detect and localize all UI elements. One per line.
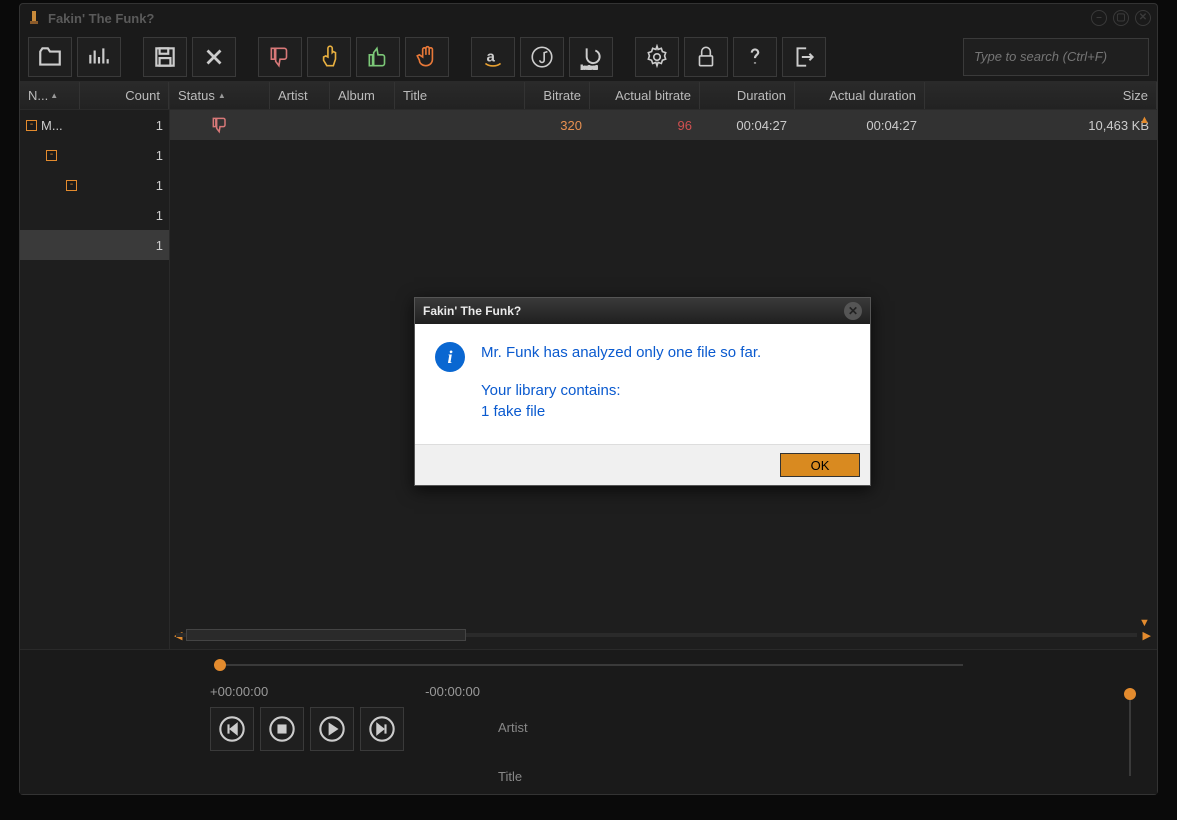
play-button[interactable] (310, 707, 354, 751)
toolbar: a beatport (20, 32, 1157, 82)
col-actual-bitrate[interactable]: Actual bitrate (590, 82, 700, 109)
tree-row[interactable]: 1 (20, 200, 169, 230)
player-artist-label: Artist (498, 720, 1117, 735)
tree-count: 1 (139, 238, 163, 253)
collapse-icon[interactable]: - (46, 150, 57, 161)
tree-col-name[interactable]: N...▲ (20, 82, 80, 109)
tree-count: 1 (139, 118, 163, 133)
dialog-titlebar[interactable]: Fakin' The Funk? ✕ (415, 298, 870, 324)
minimize-button[interactable]: – (1091, 10, 1107, 26)
tree-body: - M... 1 - 1 - 1 1 (20, 110, 169, 649)
thumb-down-icon (210, 115, 230, 135)
exit-button[interactable] (782, 37, 826, 77)
volume-slider[interactable] (1117, 678, 1147, 786)
hand-button[interactable] (405, 37, 449, 77)
tree-header: N...▲ Count (20, 82, 169, 110)
col-album[interactable]: Album (330, 82, 395, 109)
dialog-message-1: Mr. Funk has analyzed only one file so f… (481, 342, 761, 363)
col-artist[interactable]: Artist (270, 82, 330, 109)
artist-cell (270, 121, 330, 129)
col-duration[interactable]: Duration (700, 82, 795, 109)
progress-slider[interactable] (214, 658, 963, 672)
album-cell (330, 121, 395, 129)
vertical-scrollbar[interactable]: ▲ ▼ (1139, 114, 1153, 629)
slider-thumb-icon[interactable] (214, 659, 226, 671)
tree-col-count[interactable]: Count (80, 82, 169, 109)
scroll-down-icon[interactable]: ▼ (1139, 617, 1153, 629)
dialog-message-2: Your library contains: (481, 380, 761, 401)
spectrum-button[interactable] (77, 37, 121, 77)
size-cell: 10,463 KB (925, 114, 1157, 137)
next-button[interactable] (360, 707, 404, 751)
info-dialog: Fakin' The Funk? ✕ i Mr. Funk has analyz… (414, 297, 871, 486)
collapse-icon[interactable]: - (26, 120, 37, 131)
bitrate-cell: 320 (525, 114, 590, 137)
previous-button[interactable] (210, 707, 254, 751)
svg-text:beatport: beatport (581, 64, 598, 69)
app-window: Fakin' The Funk? – ▢ ✕ a beatport (19, 3, 1158, 795)
dialog-message-3: 1 fake file (481, 401, 761, 422)
search-input[interactable] (963, 38, 1149, 76)
amazon-button[interactable]: a (471, 37, 515, 77)
thumb-down-button[interactable] (258, 37, 302, 77)
tree-count: 1 (139, 208, 163, 223)
col-actual-duration[interactable]: Actual duration (795, 82, 925, 109)
remaining-time: -00:00:00 (425, 684, 480, 699)
settings-button[interactable] (635, 37, 679, 77)
actual-duration-cell: 00:04:27 (795, 114, 925, 137)
tree-row[interactable]: - 1 (20, 140, 169, 170)
maximize-button[interactable]: ▢ (1113, 10, 1129, 26)
tree-row[interactable]: - 1 (20, 170, 169, 200)
scroll-up-icon[interactable]: ▲ (1139, 114, 1153, 126)
player-title-label: Title (498, 769, 1117, 784)
close-button[interactable]: ✕ (1135, 10, 1151, 26)
titlebar: Fakin' The Funk? – ▢ ✕ (20, 4, 1157, 32)
grid-row[interactable]: 320 96 00:04:27 00:04:27 10,463 KB (170, 110, 1157, 140)
tree-count: 1 (139, 148, 163, 163)
collapse-icon[interactable]: - (66, 180, 77, 191)
horizontal-scrollbar[interactable]: ◀ ▶ (176, 629, 1137, 643)
duration-cell: 00:04:27 (700, 114, 795, 137)
window-title: Fakin' The Funk? (48, 11, 154, 26)
save-button[interactable] (143, 37, 187, 77)
tree-count: 1 (139, 178, 163, 193)
col-size[interactable]: Size (925, 82, 1157, 109)
col-bitrate[interactable]: Bitrate (525, 82, 590, 109)
lock-button[interactable] (684, 37, 728, 77)
actual-bitrate-cell: 96 (590, 114, 700, 137)
dialog-close-button[interactable]: ✕ (844, 302, 862, 320)
ok-button[interactable]: OK (780, 453, 860, 477)
grid-header: Status▲ Artist Album Title Bitrate Actua… (170, 82, 1157, 110)
info-icon: i (435, 342, 465, 372)
point-button[interactable] (307, 37, 351, 77)
tree-row[interactable]: - M... 1 (20, 110, 169, 140)
player-panel: +00:00:00 -00:00:00 Artist Title (20, 650, 1157, 794)
help-button[interactable] (733, 37, 777, 77)
title-cell (395, 121, 525, 129)
tree-pane: N...▲ Count - M... 1 - 1 - 1 (20, 82, 170, 649)
app-logo-icon (26, 10, 42, 26)
itunes-button[interactable] (520, 37, 564, 77)
tree-label: M... (41, 118, 139, 133)
delete-button[interactable] (192, 37, 236, 77)
col-title[interactable]: Title (395, 82, 525, 109)
thumb-up-button[interactable] (356, 37, 400, 77)
dialog-title: Fakin' The Funk? (423, 304, 521, 318)
scrollbar-thumb[interactable] (186, 629, 466, 641)
beatport-button[interactable]: beatport (569, 37, 613, 77)
open-folder-button[interactable] (28, 37, 72, 77)
svg-text:a: a (487, 48, 496, 65)
status-cell (170, 111, 270, 139)
stop-button[interactable] (260, 707, 304, 751)
slider-thumb-icon[interactable] (1124, 688, 1136, 700)
elapsed-time: +00:00:00 (210, 684, 268, 699)
tree-row[interactable]: 1 (20, 230, 169, 260)
col-status[interactable]: Status▲ (170, 82, 270, 109)
scroll-right-icon[interactable]: ▶ (1143, 629, 1151, 642)
